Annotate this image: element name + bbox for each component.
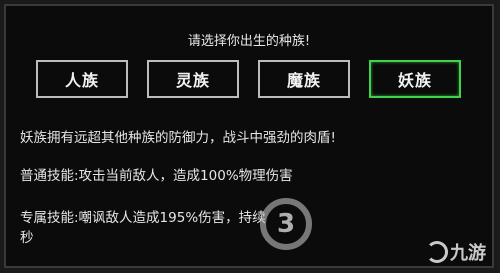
race-button-demon[interactable]: 魔族 [258,60,350,98]
exclusive-skill-text: 专属技能:嘲讽敌人造成195%伤害，持续 [20,210,266,226]
watermark-badge-icon: 3 [260,198,312,250]
race-select-panel: 请选择你出生的种族! 人族 灵族 魔族 妖族 妖族拥有远超其他种族的防御力，战斗… [4,4,494,268]
site-logo: 九游 [426,239,486,265]
exclusive-skill-text-cont: 秒 [20,230,34,246]
race-summary: 妖族拥有远超其他种族的防御力，战斗中强劲的肉盾! [20,130,336,146]
race-button-yao[interactable]: 妖族 [369,60,461,98]
common-skill-text: 普通技能:攻击当前敌人，造成100%物理伤害 [20,168,293,184]
logo-text: 九游 [450,243,486,264]
race-button-spirit[interactable]: 灵族 [147,60,239,98]
race-select-prompt: 请选择你出生的种族! [187,34,311,49]
watermark-badge-number: 3 [276,209,296,239]
race-button-human[interactable]: 人族 [36,60,128,98]
logo-swirl-icon [426,241,448,263]
